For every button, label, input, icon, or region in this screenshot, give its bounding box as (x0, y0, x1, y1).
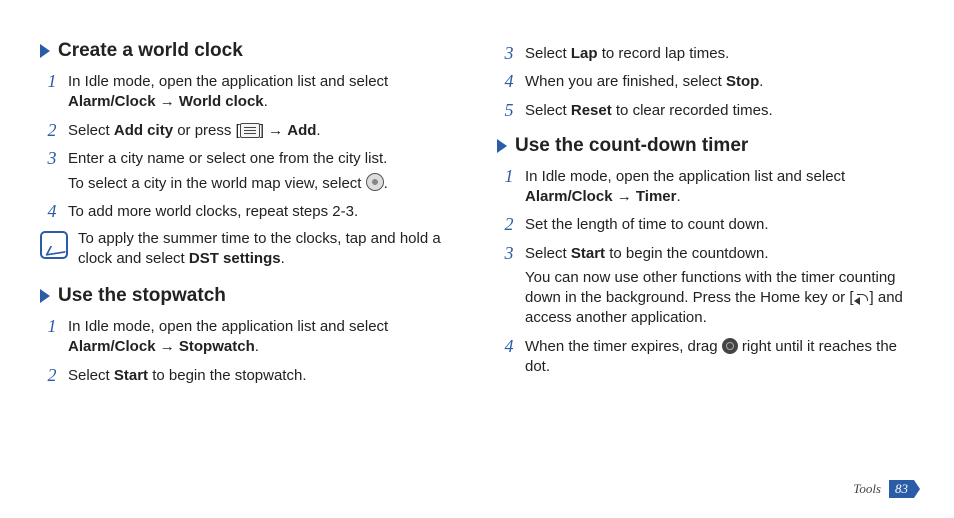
heading-text: Create a world clock (58, 40, 243, 62)
drag-handle-icon (722, 338, 738, 354)
step-text: When you are finished, select Stop. (525, 73, 763, 90)
step-number: 1 (42, 314, 62, 338)
step-number: 5 (499, 98, 519, 122)
step: 3 Select Start to begin the countdown. Y… (497, 240, 914, 333)
step: 1 In Idle mode, open the application lis… (497, 163, 914, 212)
step-text: Select Lap to record lap times. (525, 45, 729, 62)
step: 4 When you are finished, select Stop. (497, 68, 914, 96)
step-number: 4 (499, 69, 519, 93)
step-text: Select Start to begin the countdown. You… (525, 245, 914, 329)
step: 3 Enter a city name or select one from t… (40, 145, 457, 199)
step: 1 In Idle mode, open the application lis… (40, 313, 457, 362)
step-text: Enter a city name or select one from the… (68, 150, 457, 195)
step-text: In Idle mode, open the application list … (68, 73, 388, 110)
steps-stopwatch-left: 1 In Idle mode, open the application lis… (40, 313, 457, 390)
steps-world-clock: 1 In Idle mode, open the application lis… (40, 68, 457, 227)
right-column: 3 Select Lap to record lap times. 4 When… (497, 40, 914, 390)
step-number: 2 (42, 363, 62, 387)
menu-key-icon (240, 123, 260, 138)
step-text: When the timer expires, drag right until… (525, 338, 897, 375)
step-number: 2 (499, 212, 519, 236)
step: 3 Select Lap to record lap times. (497, 40, 914, 68)
heading-text: Use the stopwatch (58, 285, 226, 307)
step-number: 1 (42, 69, 62, 93)
step-number: 2 (42, 118, 62, 142)
manual-page: Create a world clock 1 In Idle mode, ope… (0, 0, 954, 518)
step: 5 Select Reset to clear recorded times. (497, 97, 914, 125)
step-number: 4 (42, 199, 62, 223)
step: 2 Set the length of time to count down. (497, 211, 914, 239)
steps-stopwatch-right: 3 Select Lap to record lap times. 4 When… (497, 40, 914, 125)
note: To apply the summer time to the clocks, … (40, 227, 457, 276)
step-number: 3 (42, 146, 62, 170)
chevron-right-icon (40, 44, 50, 58)
step-text: Select Start to begin the stopwatch. (68, 367, 306, 384)
footer-category: Tools (853, 481, 881, 497)
section-heading-countdown: Use the count-down timer (497, 135, 914, 157)
left-column: Create a world clock 1 In Idle mode, ope… (40, 40, 457, 390)
chevron-right-icon (497, 139, 507, 153)
back-key-icon (854, 292, 870, 304)
step: 1 In Idle mode, open the application lis… (40, 68, 457, 117)
section-heading-world-clock: Create a world clock (40, 40, 457, 62)
steps-countdown: 1 In Idle mode, open the application lis… (497, 163, 914, 381)
step: 2 Select Add city or press [] → Add. (40, 117, 457, 145)
heading-text: Use the count-down timer (515, 135, 748, 157)
step-text: In Idle mode, open the application list … (68, 318, 388, 355)
footer-page-number: 83 (889, 480, 914, 498)
target-icon (366, 173, 384, 191)
step-number: 4 (499, 334, 519, 358)
step: 2 Select Start to begin the stopwatch. (40, 362, 457, 390)
chevron-right-icon (40, 289, 50, 303)
step-number: 1 (499, 164, 519, 188)
step-subline: You can now use other functions with the… (525, 268, 914, 329)
step-subline: To select a city in the world map view, … (68, 173, 457, 194)
two-column-layout: Create a world clock 1 In Idle mode, ope… (40, 40, 914, 390)
step-number: 3 (499, 241, 519, 265)
step-text: To add more world clocks, repeat steps 2… (68, 203, 358, 220)
note-icon (40, 231, 68, 259)
step-number: 3 (499, 41, 519, 65)
note-text: To apply the summer time to the clocks, … (78, 229, 457, 270)
step-text: Select Reset to clear recorded times. (525, 102, 773, 119)
page-footer: Tools 83 (853, 480, 914, 498)
step-text: In Idle mode, open the application list … (525, 168, 845, 205)
step: 4 To add more world clocks, repeat steps… (40, 198, 457, 226)
step-text: Set the length of time to count down. (525, 216, 769, 233)
step: 4 When the timer expires, drag right unt… (497, 333, 914, 382)
step-text: Select Add city or press [] → Add. (68, 122, 321, 139)
section-heading-stopwatch: Use the stopwatch (40, 285, 457, 307)
